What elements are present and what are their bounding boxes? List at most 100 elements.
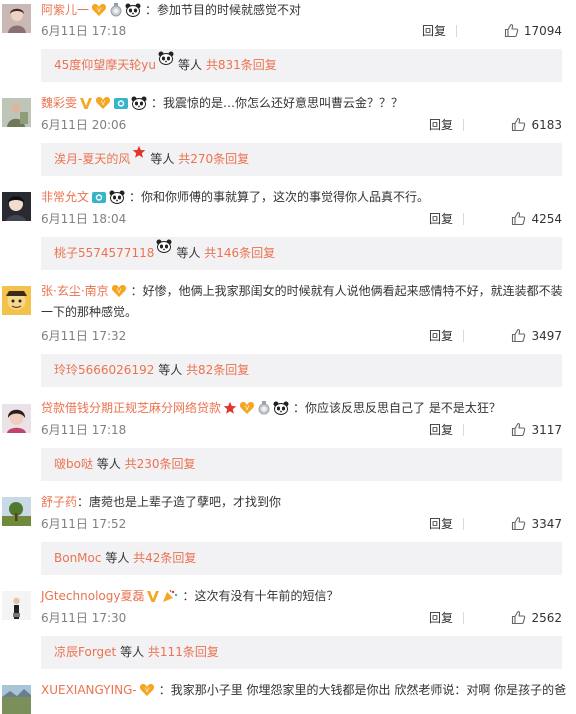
comment-text: 参加节目的时候就感觉不对 <box>157 3 302 17</box>
username-link[interactable]: JGtechnology夏磊 <box>41 589 144 603</box>
like-button[interactable]: 6183 <box>511 117 562 133</box>
like-count: 6183 <box>531 118 562 132</box>
panda-icon <box>273 401 291 420</box>
comment-body: 非常允文 ：你和你师傅的事就算了，这次的事觉得你人品真不行。 <box>41 188 568 209</box>
sub-replies-summary[interactable]: BonMoc 等人 共42条回复 <box>41 542 562 575</box>
sub-reply-username[interactable]: 啵bo哒 <box>54 457 93 471</box>
sub-replies-summary[interactable]: 凉辰Forget 等人 共111条回复 <box>41 636 562 669</box>
username-link[interactable]: 张·玄尘·南京 <box>41 284 109 298</box>
view-all-replies-link[interactable]: 共42条回复 <box>133 551 196 565</box>
reply-button[interactable]: 回复 <box>429 328 453 344</box>
colon: ： <box>182 589 195 603</box>
medal-icon <box>257 401 273 420</box>
user-badges: V <box>139 683 157 702</box>
username-link[interactable]: XUEXIANGYING- <box>41 683 137 697</box>
avatar[interactable] <box>2 286 31 315</box>
like-button[interactable]: 3117 <box>511 422 562 438</box>
comment-meta: 6月11日 18:04 回复 4254 <box>41 211 562 227</box>
sub-replies-summary[interactable]: 45度仰望摩天轮yu 等人 共831条回复 <box>41 49 562 82</box>
sub-reply-username[interactable]: 玲玲5666026192 <box>54 363 154 377</box>
comment-date: 6月11日 17:18 <box>41 423 127 437</box>
colon: ： <box>77 495 90 509</box>
comment-text: 你应该反思反思自己了 是不是太狂？ <box>305 401 501 415</box>
divider <box>463 330 464 342</box>
view-all-replies-link[interactable]: 共831条回复 <box>206 58 277 72</box>
reply-button[interactable]: 回复 <box>429 422 453 438</box>
comment-date: 6月11日 17:32 <box>41 329 127 343</box>
comment-meta: 6月11日 17:18 回复 17094 <box>41 23 562 39</box>
thumbs-up-icon <box>504 23 524 38</box>
colon: ： <box>158 683 171 697</box>
sub-replies-summary[interactable]: 桃子5574577118 等人 共146条回复 <box>41 237 562 270</box>
sub-replies-summary[interactable]: 啵bo哒 等人 共230条回复 <box>41 448 562 481</box>
sub-reply-username[interactable]: 桃子5574577118 <box>54 246 154 260</box>
comment-meta: 6月11日 17:18 回复 3117 <box>41 422 562 438</box>
sub-reply-mid: 等人 <box>96 457 121 471</box>
avatar[interactable] <box>2 404 31 433</box>
view-all-replies-link[interactable]: 共270条回复 <box>178 152 249 166</box>
thumbs-up-icon <box>511 422 531 437</box>
comment-feed: 阿紫儿一 V ：参加节目的时候就感觉不对 6月11日 17:18 回复 17094 45度仰… <box>0 0 576 714</box>
sub-replies-summary[interactable]: 玲玲5666026192 等人 共82条回复 <box>41 354 562 387</box>
comment-body: 魏彩雯 V ：我震惊的是…你怎么还好意思叫曹云金？？？ <box>41 94 568 115</box>
username-link[interactable]: 贷款借钱分期正规芝麻分网络贷款 <box>41 401 221 415</box>
sub-reply-mid: 等人 <box>176 246 201 260</box>
divider <box>463 119 464 131</box>
comment-body: 贷款借钱分期正规芝麻分网络贷款 V ：你应该反思反思自己了 是不是太狂？ <box>41 399 568 420</box>
divider <box>463 424 464 436</box>
view-all-replies-link[interactable]: 共82条回复 <box>186 363 249 377</box>
avatar[interactable] <box>2 497 31 526</box>
reply-button[interactable]: 回复 <box>429 610 453 626</box>
thumbs-up-icon <box>511 117 531 132</box>
view-all-replies-link[interactable]: 共146条回复 <box>204 246 275 260</box>
comment-body: 阿紫儿一 V ：参加节目的时候就感觉不对 <box>41 1 568 22</box>
like-button[interactable]: 3497 <box>511 328 562 344</box>
sub-reply-mid: 等人 <box>150 152 175 166</box>
reply-button[interactable]: 回复 <box>429 211 453 227</box>
sub-reply-mid: 等人 <box>158 363 183 377</box>
like-button[interactable]: 4254 <box>511 211 562 227</box>
comment-text: 我震惊的是…你怎么还好意思叫曹云金？？？ <box>163 96 404 110</box>
like-count: 2562 <box>531 611 562 625</box>
thumbs-up-icon <box>511 328 531 343</box>
sub-reply-username[interactable]: BonMoc <box>54 551 101 565</box>
vip-heart-icon: V <box>111 284 129 303</box>
comment-body: 舒子药：唐菀也是上辈子造了孽吧，才找到你 <box>41 493 568 512</box>
sub-reply-username[interactable]: 凉辰Forget <box>54 645 116 659</box>
reply-button[interactable]: 回复 <box>422 23 446 39</box>
reply-button[interactable]: 回复 <box>429 516 453 532</box>
reply-button[interactable]: 回复 <box>429 117 453 133</box>
sub-replies-line: 45度仰望摩天轮yu 等人 共831条回复 <box>54 49 277 84</box>
colon: ： <box>151 96 164 110</box>
sub-reply-mid: 等人 <box>177 58 202 72</box>
username-link[interactable]: 舒子药 <box>41 495 77 509</box>
comment-date: 6月11日 18:04 <box>41 212 127 226</box>
avatar[interactable] <box>2 98 31 127</box>
username-link[interactable]: 魏彩雯 <box>41 96 77 110</box>
divider <box>463 213 464 225</box>
username-link[interactable]: 阿紫儿一 <box>41 3 89 17</box>
user-badges <box>91 190 127 209</box>
like-button[interactable]: 2562 <box>511 610 562 626</box>
view-all-replies-link[interactable]: 共111条回复 <box>148 645 219 659</box>
vip-heart-icon: V <box>95 96 113 115</box>
comment-date: 6月11日 20:06 <box>41 118 127 132</box>
view-all-replies-link[interactable]: 共230条回复 <box>125 457 196 471</box>
user-badges: V <box>79 96 149 115</box>
sub-replies-line: BonMoc 等人 共42条回复 <box>54 542 196 575</box>
sub-reply-username[interactable]: 涘月-夏天的风 <box>54 152 130 166</box>
username-link[interactable]: 非常允文 <box>41 190 89 204</box>
divider <box>456 25 457 37</box>
sub-reply-username[interactable]: 45度仰望摩天轮yu <box>54 58 156 72</box>
comment-body: 张·玄尘·南京 V ：好惨，他俩上我家那闺女的时候就有人说他俩看起来感情特不好，就连… <box>41 282 568 322</box>
like-button[interactable]: 3347 <box>511 516 562 532</box>
avatar[interactable] <box>2 685 31 714</box>
like-button[interactable]: 17094 <box>504 23 562 39</box>
avatar[interactable] <box>2 591 31 620</box>
sub-replies-line: 啵bo哒 等人 共230条回复 <box>54 448 196 481</box>
avatar[interactable] <box>2 4 31 33</box>
verified-v-icon <box>146 589 162 608</box>
sub-replies-summary[interactable]: 涘月-夏天的风 等人 共270条回复 <box>41 143 562 176</box>
comment-meta: 6月11日 17:52 回复 3347 <box>41 516 562 532</box>
avatar[interactable] <box>2 192 31 221</box>
